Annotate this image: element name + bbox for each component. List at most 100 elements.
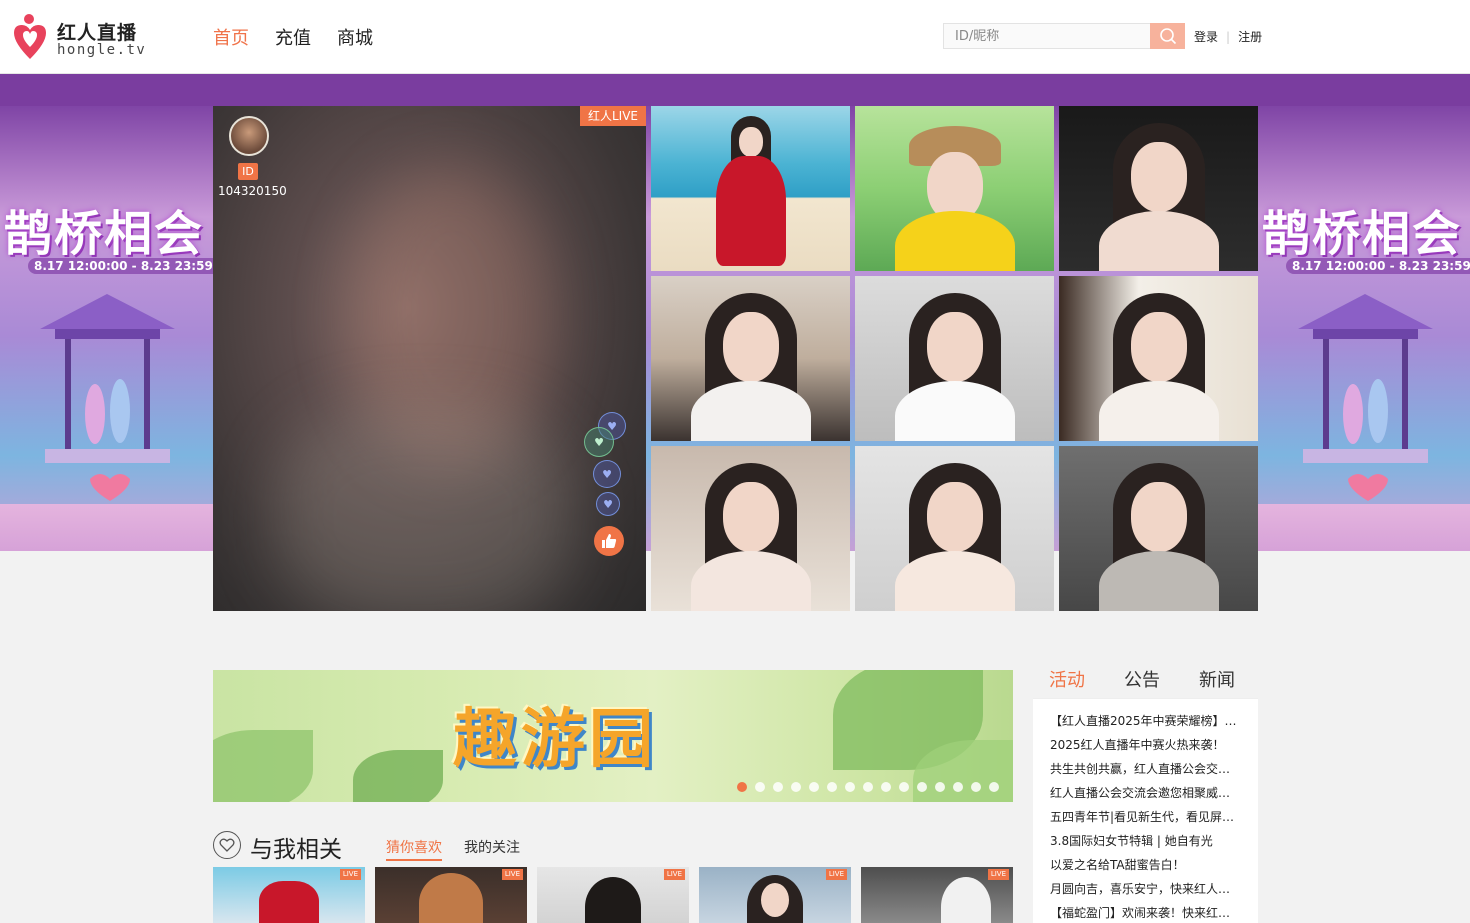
live-room-thumb[interactable]	[855, 276, 1054, 441]
promo-title: 趣游园	[453, 702, 657, 777]
like-button[interactable]	[594, 526, 624, 556]
tab-my-follows[interactable]: 我的关注	[464, 837, 520, 861]
tab-announcements[interactable]: 公告	[1124, 666, 1160, 692]
carousel-dot[interactable]	[809, 782, 819, 792]
banner-footer-left	[0, 504, 213, 551]
anchor-id-number: 104320150	[218, 184, 287, 198]
live-room-thumb[interactable]	[651, 446, 850, 611]
thumbs-up-icon	[602, 534, 617, 548]
event-title-right: 鹊桥相会	[1262, 206, 1463, 262]
leaf-decoration	[353, 750, 443, 802]
carousel-dot[interactable]	[737, 782, 747, 792]
related-room-list: LIVE LIVE LIVE LIVE LIVE	[213, 867, 1013, 923]
news-list: 【红人直播2025年中赛荣耀榜】… 2025红人直播年中赛火热来袭！ 共生共创共…	[1033, 698, 1258, 923]
news-item[interactable]: 五四青年节|看见新生代，看见屏…	[1050, 808, 1240, 825]
related-section-header: 与我相关 猜你喜欢 我的关注	[213, 830, 1013, 863]
related-tabs: 猜你喜欢 我的关注	[386, 837, 520, 861]
event-dates-left: 8.17 12:00:00 - 8.23 23:59:59	[28, 258, 213, 274]
carousel-dot[interactable]	[755, 782, 765, 792]
news-item[interactable]: 月圆向吉，喜乐安宁，快来红人…	[1050, 880, 1240, 897]
nav-item-recharge[interactable]: 充值	[275, 24, 311, 50]
carousel-dot[interactable]	[881, 782, 891, 792]
heart-bubble-icon: ♥	[596, 492, 620, 516]
carousel-dot[interactable]	[971, 782, 981, 792]
tab-news[interactable]: 新闻	[1199, 666, 1235, 692]
event-art-left[interactable]: 鹊桥相会 8.17 12:00:00 - 8.23 23:59:59	[0, 74, 213, 551]
live-room-thumb[interactable]	[651, 276, 850, 441]
promo-carousel[interactable]: 趣游园	[213, 670, 1013, 802]
room-card[interactable]: LIVE	[861, 867, 1013, 923]
carousel-dot[interactable]	[845, 782, 855, 792]
room-card[interactable]: LIVE	[699, 867, 851, 923]
event-art-right[interactable]: 鹊桥相会 8.17 12:00:00 - 8.23 23:59:59	[1258, 74, 1470, 551]
event-title-left: 鹊桥相会	[4, 206, 205, 262]
carousel-dot[interactable]	[989, 782, 999, 792]
leaf-decoration	[213, 730, 313, 802]
carousel-dot[interactable]	[935, 782, 945, 792]
auth-links: 登录 | 注册	[1194, 28, 1262, 45]
tab-guess-you-like[interactable]: 猜你喜欢	[386, 837, 442, 861]
nav-item-shop[interactable]: 商城	[337, 24, 373, 50]
news-item[interactable]: 共生共创共赢，红人直播公会交…	[1050, 760, 1240, 777]
related-title: 与我相关	[250, 837, 342, 863]
live-room-grid	[651, 106, 1258, 611]
main-nav: 首页 充值 商城	[213, 24, 373, 50]
live-badge: LIVE	[339, 869, 361, 880]
auth-divider: |	[1226, 29, 1231, 44]
news-item[interactable]: 红人直播公会交流会邀您相聚威…	[1050, 784, 1240, 801]
logo-heart-icon	[14, 14, 46, 59]
search-icon	[1159, 28, 1176, 45]
carousel-dot[interactable]	[917, 782, 927, 792]
live-badge: LIVE	[987, 869, 1009, 880]
pavilion-illustration	[40, 294, 175, 501]
top-header: 红人直播 hongle.tv 首页 充值 商城 登录 | 注册	[0, 0, 1470, 74]
carousel-dot[interactable]	[953, 782, 963, 792]
live-badge: LIVE	[825, 869, 847, 880]
news-item[interactable]: 3.8国际妇女节特辑 | 她自有光	[1050, 832, 1240, 849]
logo-subtitle: hongle.tv	[57, 42, 147, 58]
room-card[interactable]: LIVE	[375, 867, 527, 923]
site-logo[interactable]: 红人直播 hongle.tv	[11, 13, 151, 63]
news-item[interactable]: 以爱之名给TA甜蜜告白！	[1050, 856, 1240, 873]
live-room-thumb[interactable]	[651, 106, 850, 271]
carousel-dot[interactable]	[863, 782, 873, 792]
heart-bubble-icon: ♥	[584, 427, 614, 457]
banner-top-strip	[0, 74, 1470, 106]
search-box	[943, 23, 1185, 49]
banner-footer-right	[1258, 504, 1470, 551]
news-item[interactable]: 2025红人直播年中赛火热来袭！	[1050, 736, 1240, 753]
event-dates-right: 8.17 12:00:00 - 8.23 23:59:59	[1286, 258, 1470, 274]
news-item[interactable]: 【红人直播2025年中赛荣耀榜】…	[1050, 712, 1240, 729]
live-room-thumb[interactable]	[855, 446, 1054, 611]
pavilion-illustration	[1298, 294, 1433, 501]
news-item[interactable]: 【福蛇盈门】欢闹来袭！快来红…	[1050, 904, 1240, 921]
heart-outline-icon	[213, 831, 241, 859]
nav-item-home[interactable]: 首页	[213, 24, 249, 50]
featured-live-player[interactable]: 红人LIVE ID 104320150 ♥ ♥ ♥ ♥	[213, 106, 646, 611]
live-room-thumb[interactable]	[1059, 106, 1258, 271]
live-badge: LIVE	[501, 869, 523, 880]
room-card[interactable]: LIVE	[537, 867, 689, 923]
live-room-thumb[interactable]	[1059, 446, 1258, 611]
live-badge: LIVE	[663, 869, 685, 880]
live-room-thumb[interactable]	[1059, 276, 1258, 441]
heart-bubble-icon: ♥	[593, 460, 621, 488]
carousel-dots	[737, 782, 999, 792]
news-tabs: 活动 公告 新闻	[1035, 664, 1258, 701]
search-input[interactable]	[943, 23, 1151, 49]
id-badge: ID	[238, 163, 258, 180]
carousel-dot[interactable]	[827, 782, 837, 792]
register-link[interactable]: 注册	[1238, 28, 1262, 45]
carousel-dot[interactable]	[791, 782, 801, 792]
tab-activities[interactable]: 活动	[1049, 666, 1111, 701]
search-button[interactable]	[1150, 23, 1185, 49]
live-room-thumb[interactable]	[855, 106, 1054, 271]
live-tag: 红人LIVE	[579, 106, 646, 126]
login-link[interactable]: 登录	[1194, 28, 1218, 45]
carousel-dot[interactable]	[899, 782, 909, 792]
anchor-avatar[interactable]	[229, 116, 269, 156]
logo-title: 红人直播	[57, 22, 138, 44]
carousel-dot[interactable]	[773, 782, 783, 792]
video-blur-layer	[273, 406, 573, 611]
room-card[interactable]: LIVE	[213, 867, 365, 923]
